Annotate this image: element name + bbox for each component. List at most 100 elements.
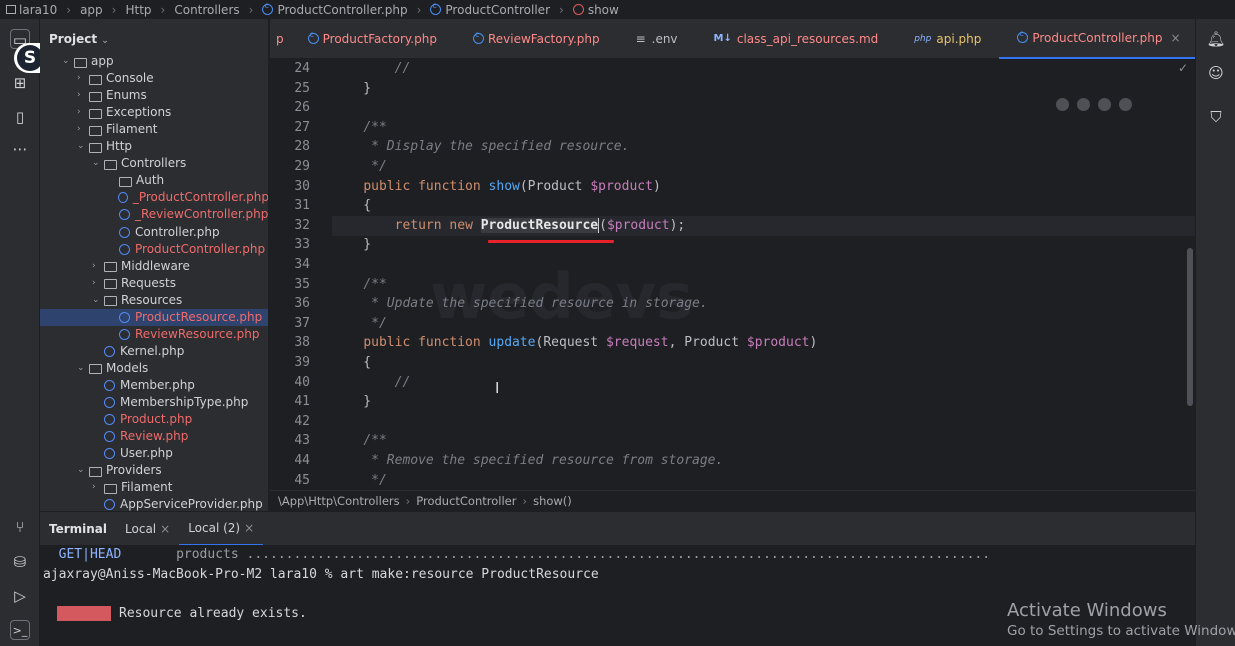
project-file-item[interactable]: Member.php — [40, 377, 268, 394]
close-tab-icon[interactable]: × — [1171, 31, 1181, 45]
project-file-item[interactable]: Controller.php — [40, 224, 268, 241]
php-class-icon — [119, 243, 130, 255]
security-shield-icon[interactable]: ⛉ — [1206, 107, 1226, 127]
code-line: /** — [332, 275, 386, 295]
breadcrumb-separator: › — [248, 2, 254, 17]
ai-assistant-icon[interactable]: ☺ — [1206, 63, 1226, 83]
editor-tab-api[interactable]: php api.php — [896, 19, 999, 59]
chevron-down-icon[interactable]: ⌄ — [77, 360, 89, 377]
breadcrumb-item[interactable]: app — [80, 3, 103, 17]
chevron-down-icon[interactable]: ⌄ — [62, 53, 74, 70]
chevron-down-icon[interactable]: ⌄ — [77, 462, 89, 479]
php-class-icon — [104, 431, 115, 443]
editor-tab[interactable]: p — [270, 19, 290, 59]
project-file-item[interactable]: _ReviewController.php — [40, 206, 269, 223]
php-class-icon — [119, 209, 130, 221]
chevron-down-icon[interactable]: ⌄ — [92, 155, 104, 172]
project-file-item[interactable]: ProductResource.php — [40, 308, 268, 326]
close-tab-icon[interactable]: × — [160, 522, 170, 536]
line-number: 38 — [294, 335, 310, 351]
bookmarks-icon[interactable]: ▯ — [10, 107, 30, 127]
structure-icon[interactable]: ⊞ — [10, 73, 30, 93]
more-tools-icon[interactable]: ⋯ — [10, 139, 30, 159]
folder-icon — [89, 125, 102, 136]
project-folder-item[interactable]: › Requests — [40, 275, 268, 292]
run-icon[interactable]: ▷ — [10, 586, 30, 606]
chevron-right-icon[interactable]: › — [92, 479, 104, 496]
breadcrumb-separator: › — [416, 2, 422, 17]
breadcrumb-item[interactable]: ProductController.php — [262, 1, 408, 17]
breadcrumb-item[interactable]: Controllers — [174, 3, 239, 17]
chevron-down-icon[interactable]: ⌄ — [92, 292, 104, 309]
code-breadcrumb-item[interactable]: ProductController — [416, 494, 516, 508]
code-token: $request — [605, 335, 669, 351]
code-token: } — [332, 237, 372, 253]
tree-item-label: app — [91, 54, 114, 68]
project-file-item[interactable]: ReviewResource.php — [40, 326, 268, 343]
close-tab-icon[interactable]: × — [244, 521, 254, 535]
project-folder-item[interactable]: Auth — [40, 172, 268, 189]
chevron-right-icon[interactable]: › — [77, 70, 89, 87]
inspection-widget[interactable] — [1056, 98, 1132, 111]
terminal-title[interactable]: Terminal — [40, 522, 116, 536]
breadcrumb-separator: › — [66, 2, 72, 17]
editor-tab-reviewfactory[interactable]: ReviewFactory.php — [455, 19, 618, 59]
project-folder-item[interactable]: ⌄ app — [40, 53, 268, 70]
chevron-down-icon[interactable]: ⌄ — [77, 138, 89, 155]
breadcrumb-item[interactable]: Http — [125, 3, 151, 17]
error-badge — [57, 606, 111, 621]
project-file-item[interactable]: Review.php — [40, 428, 268, 445]
code-token: /** — [363, 433, 387, 449]
notifications-icon[interactable]: 🔔︎ — [1206, 29, 1226, 49]
project-folder-item[interactable]: › Exceptions — [40, 104, 268, 121]
project-folder-item[interactable]: ⌄ Models — [40, 360, 268, 377]
project-folder-item[interactable]: › Filament — [40, 479, 268, 496]
php-class-icon — [262, 1, 274, 15]
project-file-item[interactable]: User.php — [40, 445, 268, 462]
project-folder-item[interactable]: ⌄ Providers — [40, 462, 268, 479]
chevron-right-icon[interactable]: › — [77, 121, 89, 138]
editor-tab-env[interactable]: ≡ .env — [618, 19, 696, 59]
chevron-right-icon[interactable]: › — [92, 258, 104, 275]
terminal-tab-local-2[interactable]: Local (2) × — [179, 512, 264, 546]
chevron-right-icon[interactable]: › — [77, 104, 89, 121]
code-token: * Display the specified resource. — [371, 139, 630, 155]
database-icon[interactable]: ⛁ — [10, 552, 30, 572]
no-problems-check-icon[interactable]: ✓ — [1178, 61, 1188, 75]
project-folder-item[interactable]: › Middleware — [40, 258, 268, 275]
project-folder-item[interactable]: ⌄ Http — [40, 138, 268, 155]
project-file-item[interactable]: MembershipType.php — [40, 394, 268, 411]
chevron-right-icon[interactable]: › — [92, 275, 104, 292]
project-folder-item[interactable]: › Console — [40, 70, 268, 87]
inspection-dot-icon — [1056, 98, 1069, 111]
editor-scrollbar[interactable] — [1187, 248, 1193, 406]
project-folder-item[interactable]: ⌄ Resources — [40, 292, 268, 309]
code-breadcrumb-item[interactable]: \App\Http\Controllers — [278, 494, 400, 508]
code-token: $product — [590, 178, 653, 194]
editor-tab-markdown[interactable]: M↓ class_api_resources.md — [696, 19, 897, 59]
editor-tab-productcontroller[interactable]: ProductController.php× — [999, 18, 1199, 59]
project-file-item[interactable]: AppServiceProvider.php — [40, 496, 268, 511]
code-breadcrumb-item[interactable]: show() — [533, 494, 572, 508]
breadcrumb-item[interactable]: lara10 — [6, 3, 57, 17]
line-number-gutter: 24 25 26 27 28 29 30 31 32 33 34 35 36 37 38 39 40 41 42 43… — [270, 59, 332, 490]
chevron-right-icon[interactable]: › — [77, 87, 89, 104]
project-folder-item[interactable]: › Filament — [40, 121, 268, 138]
breadcrumb-item[interactable]: show — [572, 3, 619, 17]
editor-tab-productfactory[interactable]: ProductFactory.php — [290, 19, 455, 59]
tree-item-label: _ReviewController.php — [135, 207, 269, 222]
project-file-item[interactable]: ProductController.php — [40, 241, 268, 258]
project-file-item[interactable]: Product.php — [40, 411, 268, 428]
breadcrumb-item[interactable]: ProductController — [430, 1, 550, 17]
project-file-item[interactable]: _ProductController.php — [40, 189, 268, 206]
code-token: ( — [599, 217, 607, 233]
project-folder-item[interactable]: ⌄ Controllers — [40, 155, 268, 172]
project-folder-item[interactable]: › Enums — [40, 87, 268, 104]
terminal-tab-local[interactable]: Local × — [116, 522, 179, 536]
project-file-item[interactable]: Kernel.php — [40, 343, 268, 360]
git-icon[interactable]: ⑂ — [10, 517, 30, 537]
tree-item-label: Http — [106, 139, 133, 154]
terminal-icon[interactable]: >_ — [10, 620, 30, 640]
